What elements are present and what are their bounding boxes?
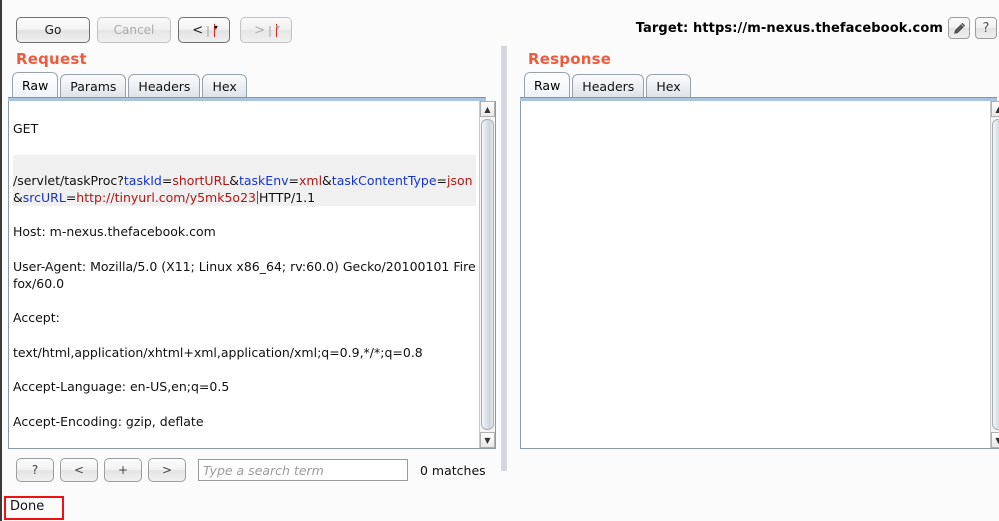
request-search-prev-button[interactable]: < — [60, 458, 98, 482]
target-bar: Target: https://m-nexus.thefacebook.com … — [636, 17, 997, 39]
tab-response-hex-label: Hex — [656, 79, 680, 94]
tab-request-raw[interactable]: Raw — [12, 72, 58, 97]
request-header-accept-encoding: Accept-Encoding: gzip, deflate — [13, 413, 476, 430]
target-label: Target: https://m-nexus.thefacebook.com — [636, 21, 943, 36]
response-panel-title: Response — [528, 50, 999, 68]
repeater-window: Go Cancel < | ▾ > | ▾ Target: https://m-… — [0, 0, 999, 521]
go-button[interactable]: Go — [16, 17, 90, 43]
tab-response-headers-label: Headers — [582, 79, 634, 94]
splitter-handle[interactable] — [501, 46, 507, 471]
request-panel-title: Request — [16, 50, 496, 68]
request-panel: Request Raw Params Headers Hex GET /serv… — [2, 50, 496, 449]
request-search-help-button[interactable]: ? — [16, 458, 54, 482]
scroll-down-icon[interactable]: ▼ — [991, 432, 999, 448]
scroll-up-icon[interactable]: ▲ — [480, 101, 495, 117]
forward-chevron-down-icon[interactable]: ▾ — [276, 24, 277, 37]
tab-request-headers[interactable]: Headers — [128, 74, 200, 97]
response-scroll-thumb[interactable] — [992, 119, 999, 430]
tab-request-hex[interactable]: Hex — [202, 74, 246, 97]
scroll-down-icon[interactable]: ▼ — [480, 432, 495, 448]
response-panel: Response Raw Headers Hex ▲ ▼ — [514, 50, 999, 449]
param-val-taskenv: xml — [299, 173, 322, 188]
request-header-accept-language: Accept-Language: en-US,en;q=0.5 — [13, 378, 476, 395]
tab-response-hex[interactable]: Hex — [646, 74, 690, 97]
request-editor-body[interactable]: GET /servlet/taskProc?taskId=shortURL&ta… — [9, 101, 479, 448]
tab-response-raw-label: Raw — [534, 78, 560, 93]
request-line-method: GET — [13, 120, 476, 137]
back-chevron-down-icon[interactable]: ▾ — [214, 24, 215, 37]
request-match-count: 0 matches — [420, 463, 486, 478]
top-toolbar: Go Cancel < | ▾ > | ▾ Target: https://m-… — [2, 0, 999, 46]
response-editor-body[interactable] — [521, 101, 990, 448]
param-key-srcurl: srcURL — [23, 190, 66, 205]
response-editor[interactable]: ▲ ▼ — [520, 101, 999, 449]
tab-response-raw[interactable]: Raw — [524, 72, 570, 97]
forward-button[interactable]: > | ▾ — [240, 17, 292, 43]
cancel-button[interactable]: Cancel — [97, 17, 171, 43]
go-button-label: Go — [45, 23, 62, 37]
param-val-taskid: shortURL — [172, 173, 229, 188]
tab-request-raw-label: Raw — [22, 78, 48, 93]
request-search-add-button[interactable]: + — [104, 458, 142, 482]
request-tabstrip: Raw Params Headers Hex — [12, 72, 496, 97]
forward-arrow-icon: > — [254, 24, 265, 37]
request-http-version: HTTP/1.1 — [259, 190, 315, 205]
request-editor[interactable]: GET /servlet/taskProc?taskId=shortURL&ta… — [8, 101, 496, 449]
forward-divider: | — [268, 24, 272, 37]
request-header-accept-value: text/html,application/xhtml+xml,applicat… — [13, 344, 476, 361]
param-key-taskcontenttype: taskContentType — [332, 173, 437, 188]
tab-request-hex-label: Hex — [212, 79, 236, 94]
back-button[interactable]: < | ▾ — [178, 17, 230, 43]
request-header-accept-label: Accept: — [13, 309, 476, 326]
request-line-url: /servlet/taskProc?taskId=shortURL&taskEn… — [13, 155, 476, 207]
tab-request-params[interactable]: Params — [60, 74, 126, 97]
back-divider: | — [206, 24, 210, 37]
param-key-taskenv: taskEnv — [239, 173, 289, 188]
response-vertical-scrollbar[interactable]: ▲ ▼ — [990, 101, 999, 448]
text-caret — [257, 191, 258, 204]
scroll-up-icon[interactable]: ▲ — [991, 101, 999, 117]
param-val-srcurl: http://tinyurl.com/y5mk5o23 — [76, 190, 256, 205]
tab-response-headers[interactable]: Headers — [572, 74, 644, 97]
request-header-authorization: Authorization: Basic YWRtaW46YWRtaW4= — [13, 447, 476, 448]
request-search-bar: ? < + > 0 matches — [8, 455, 496, 485]
request-header-host: Host: m-nexus.thefacebook.com — [13, 223, 476, 240]
help-icon-label: ? — [983, 21, 990, 36]
request-raw-text: GET /servlet/taskProc?taskId=shortURL&ta… — [13, 103, 476, 448]
help-icon[interactable]: ? — [975, 17, 997, 39]
status-text: Done — [10, 499, 44, 514]
request-search-next-button[interactable]: > — [148, 458, 186, 482]
request-search-input[interactable] — [198, 459, 408, 481]
pencil-icon[interactable] — [948, 17, 970, 39]
param-key-taskid: taskId — [124, 173, 162, 188]
tab-request-headers-label: Headers — [138, 79, 190, 94]
request-header-user-agent: User-Agent: Mozilla/5.0 (X11; Linux x86_… — [13, 258, 476, 292]
request-scroll-thumb[interactable] — [481, 119, 494, 430]
param-val-taskcontenttype: json — [447, 173, 473, 188]
status-bar: Done — [2, 494, 999, 521]
cancel-button-label: Cancel — [114, 23, 155, 37]
request-vertical-scrollbar[interactable]: ▲ ▼ — [479, 101, 495, 448]
response-tabstrip: Raw Headers Hex — [524, 72, 999, 97]
tab-request-params-label: Params — [70, 79, 116, 94]
back-arrow-icon: < — [192, 24, 203, 37]
panel-splitter[interactable] — [498, 46, 510, 521]
